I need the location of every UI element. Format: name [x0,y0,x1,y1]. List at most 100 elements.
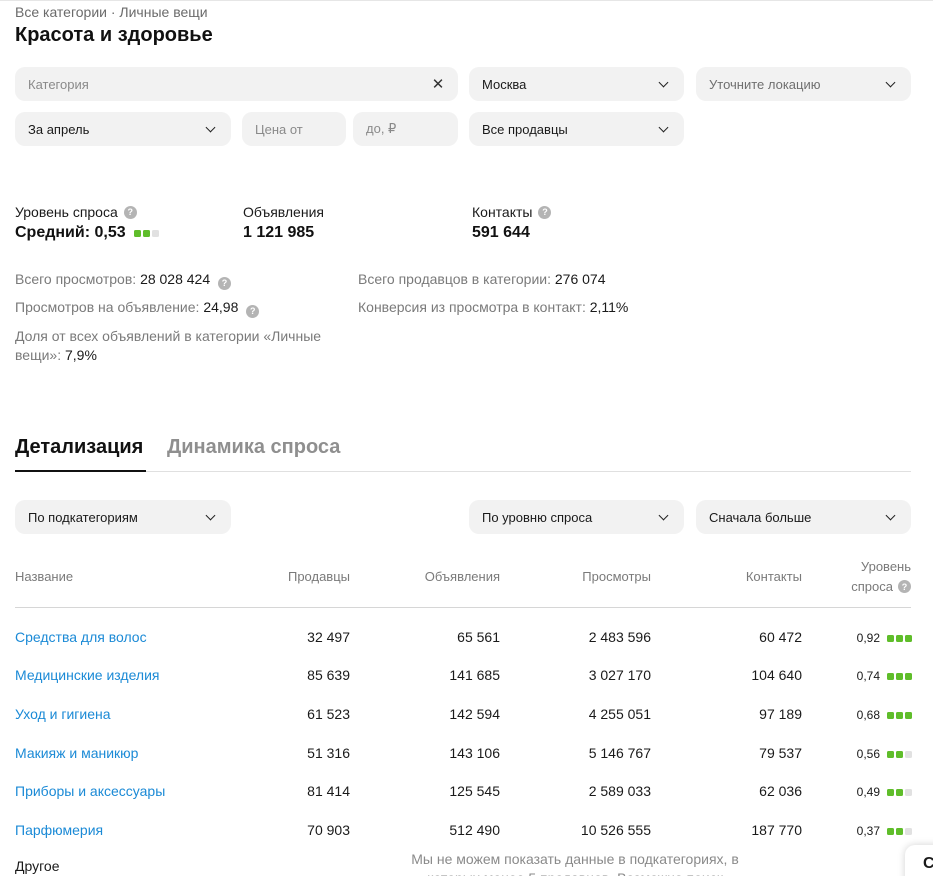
row-views: 4 255 051 [588,706,651,722]
column-header-views[interactable]: Просмотры [550,569,651,584]
row-views: 10 526 555 [580,822,651,838]
row-sellers: 51 316 [307,745,350,761]
help-icon[interactable]: ? [123,205,137,219]
chevron-down-icon [657,77,671,91]
demand-level-indicator [887,750,912,758]
column-header-name[interactable]: Название [15,569,73,584]
row-ads: 125 545 [449,783,500,799]
level-square-filled [133,229,141,237]
order-select[interactable]: Сначала больше [696,500,911,534]
column-header-sellers[interactable]: Продавцы [250,569,350,584]
chevron-down-icon [204,122,218,136]
chat-button[interactable]: С [905,845,933,876]
group-by-value: По подкатегориям [28,509,138,525]
location-placeholder: Уточните локацию [709,76,821,92]
row-demand-value: 0,56 [856,747,880,761]
ads-label: Объявления [243,204,324,220]
row-views: 2 589 033 [588,783,651,799]
row-demand-value: 0,37 [856,824,880,838]
insufficient-data-notice: Мы не можем показать данные в подкатегор… [411,851,739,876]
column-header-demand[interactable]: спроса ? [820,579,911,594]
conversion-label: Конверсия из просмотра в контакт: [358,299,586,315]
conversion-value: 2,11% [589,299,629,315]
row-sellers: 81 414 [307,783,350,799]
level-square-filled [887,672,894,680]
help-icon[interactable]: ? [218,277,232,290]
breadcrumb[interactable]: Все категории · Личные вещи [15,4,208,20]
location-select[interactable]: Уточните локацию [696,67,911,101]
total-sellers-label: Всего продавцов в категории: [358,271,551,287]
help-icon[interactable]: ? [898,580,911,593]
row-demand-value: 0,92 [856,631,880,645]
page-title: Красота и здоровье [15,24,213,46]
column-header-contacts[interactable]: Контакты [700,569,802,584]
category-share-label: Доля от всех объявлений в категории «Лич… [15,328,322,363]
period-select[interactable]: За апрель [15,112,231,146]
table-row: Медицинские изделия 85 639 141 685 3 027… [0,665,933,689]
row-demand: 0,49 [857,785,912,799]
row-sellers: 61 523 [307,706,350,722]
level-square-filled [887,750,894,758]
row-demand-value: 0,49 [856,785,880,799]
row-views: 3 027 170 [588,667,651,683]
level-square-filled [896,827,903,835]
row-contacts: 62 036 [759,783,802,799]
level-square-filled [896,711,903,719]
price-to-placeholder: до, ₽ [366,121,397,136]
help-icon[interactable]: ? [538,205,552,219]
tab-demand-dynamics[interactable]: Динамика спроса [167,436,340,459]
demand-value-text: Средний: 0,53 [15,224,126,241]
chevron-down-icon [884,77,898,91]
demand-level-indicator [887,672,912,680]
demand-level-indicator [887,827,912,835]
row-sellers: 85 639 [307,667,350,683]
row-name-link[interactable]: Уход и гигиена [15,706,111,722]
active-tab-indicator [15,470,146,472]
total-sellers-stat: Всего продавцов в категории: 276 074 [358,270,606,289]
tab-details[interactable]: Детализация [15,436,143,459]
price-to-input[interactable]: до, ₽ [353,112,458,146]
level-square-filled [905,711,912,719]
level-square-filled [905,672,912,680]
sort-by-select[interactable]: По уровню спроса [469,500,684,534]
category-input[interactable]: Категория ✕ [15,67,458,101]
contacts-label-text: Контакты [472,204,533,220]
column-header-ads[interactable]: Объявления [400,569,500,584]
demand-level-indicator [887,711,912,719]
row-contacts: 97 189 [759,706,802,722]
row-ads: 142 594 [449,706,500,722]
price-from-input[interactable]: Цена от [242,112,346,146]
clear-icon[interactable]: ✕ [431,75,445,93]
demand-level-indicator [887,634,912,642]
row-name-link[interactable]: Парфюмерия [15,822,103,838]
level-square-filled [887,788,894,796]
level-square-filled [887,711,894,719]
sellers-select[interactable]: Все продавцы [469,112,684,146]
level-square-filled [896,672,903,680]
row-sellers: 70 903 [307,822,350,838]
group-by-select[interactable]: По подкатегориям [15,500,231,534]
row-name-link[interactable]: Макияж и маникюр [15,745,138,761]
demand-value: Средний: 0,53 [15,224,159,242]
demand-level-indicator [133,229,159,237]
total-views-value: 28 028 424 [140,271,211,287]
level-square-filled [905,634,912,642]
column-header-demand-line1[interactable]: Уровень [820,559,911,574]
row-demand: 0,74 [857,669,912,683]
ads-label-text: Объявления [243,204,324,220]
category-share-value: 7,9% [64,347,97,363]
row-name-link[interactable]: Приборы и аксессуары [15,783,165,799]
demand-label: Уровень спроса ? [15,204,137,220]
table-row: Парфюмерия 70 903 512 490 10 526 555 187… [0,820,933,844]
category-share-stat: Доля от всех объявлений в категории «Лич… [15,327,350,365]
sellers-value: Все продавцы [482,121,568,137]
ads-value: 1 121 985 [243,224,315,241]
row-views: 2 483 596 [588,629,651,645]
city-select[interactable]: Москва [469,67,684,101]
row-contacts: 187 770 [751,822,802,838]
row-name-link[interactable]: Медицинские изделия [15,667,159,683]
row-sellers: 32 497 [307,629,350,645]
help-icon[interactable]: ? [246,305,260,318]
row-name-link[interactable]: Средства для волос [15,629,147,645]
level-square-empty [905,788,912,796]
